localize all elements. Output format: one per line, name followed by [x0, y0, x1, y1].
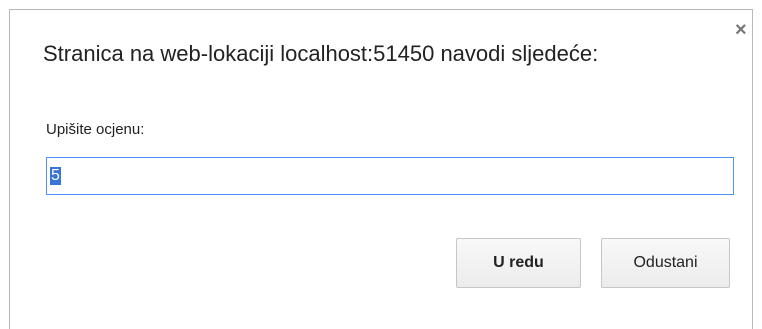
cancel-button[interactable]: Odustani — [601, 238, 730, 288]
prompt-label: Upišite ocjenu: — [46, 121, 145, 138]
dialog-title: Stranica na web-lokaciji localhost:51450… — [43, 41, 599, 66]
rating-input[interactable]: 5 — [46, 157, 734, 195]
rating-input-value: 5 — [50, 167, 61, 185]
close-icon[interactable]: × — [735, 20, 747, 40]
ok-button[interactable]: U redu — [456, 238, 581, 288]
